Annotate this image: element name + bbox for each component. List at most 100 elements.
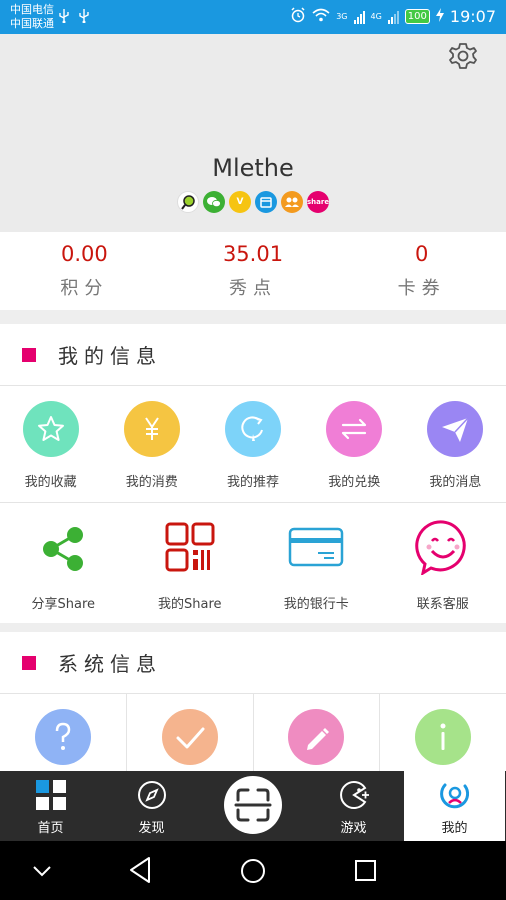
section-marker bbox=[22, 655, 36, 670]
status-bar: 中国电信 中国联通 3G 4G 100 19:07 bbox=[0, 0, 506, 34]
compass-icon bbox=[136, 779, 168, 811]
section-header: 我的信息 bbox=[0, 324, 506, 386]
chevron-down-icon[interactable] bbox=[32, 861, 52, 885]
bank-card-icon bbox=[288, 519, 344, 575]
scan-icon[interactable] bbox=[224, 776, 282, 834]
stat-label: 卡券 bbox=[397, 278, 446, 299]
stat-coupons[interactable]: 0 卡券 bbox=[337, 232, 506, 310]
nav-discover[interactable]: 发现 bbox=[101, 771, 202, 841]
cell-label: 我的消费 bbox=[125, 475, 178, 490]
alarm-icon bbox=[290, 7, 306, 26]
my-info-row-1: 我的收藏 我的消费 我的推荐 我的兑换 我的消息 bbox=[0, 386, 506, 503]
nav-mine[interactable]: 我的 bbox=[404, 771, 505, 841]
cell-label: 我的银行卡 bbox=[283, 597, 349, 612]
my-recommend-button[interactable]: 我的推荐 bbox=[202, 386, 303, 502]
stat-value: 0.00 bbox=[60, 242, 108, 266]
my-info-row-2: 分享Share 我的Share 我的银行卡 联系客服 bbox=[0, 503, 506, 623]
stat-value: 0 bbox=[414, 242, 429, 266]
qr-code-icon bbox=[162, 519, 218, 575]
carriers: 中国电信 中国联通 bbox=[10, 3, 54, 31]
clock: 19:07 bbox=[449, 7, 496, 26]
signal-icon bbox=[353, 10, 365, 24]
send-icon bbox=[427, 401, 484, 457]
back-icon[interactable] bbox=[128, 856, 152, 888]
my-exchange-button[interactable]: 我的兑换 bbox=[304, 386, 405, 502]
v-icon[interactable]: V bbox=[229, 191, 251, 213]
game-icon bbox=[338, 779, 370, 811]
question-icon bbox=[34, 709, 91, 765]
section-title: 系统信息 bbox=[58, 652, 162, 676]
nav-label: 我的 bbox=[441, 821, 468, 836]
stat-label: 积分 bbox=[60, 278, 109, 299]
share-nodes-icon bbox=[35, 519, 91, 575]
nav-games[interactable]: 游戏 bbox=[303, 771, 404, 841]
info-icon bbox=[415, 709, 472, 765]
home-icon[interactable] bbox=[240, 858, 266, 888]
exchange-icon bbox=[326, 401, 383, 457]
stat-xiudian[interactable]: 35.01 秀点 bbox=[169, 232, 338, 310]
yen-icon bbox=[123, 401, 180, 457]
chat-bubble-icon[interactable] bbox=[177, 191, 199, 213]
check-button[interactable] bbox=[127, 694, 254, 774]
star-icon bbox=[22, 401, 79, 457]
check-icon bbox=[161, 709, 218, 765]
nav-home[interactable]: 首页 bbox=[0, 771, 101, 841]
usb-icon bbox=[78, 9, 90, 27]
nav-label: 发现 bbox=[138, 821, 165, 836]
bottom-nav: 首页 发现 游戏 我的 bbox=[0, 771, 506, 841]
profile-header: Mlethe V share bbox=[0, 34, 506, 232]
carrier-1: 中国电信 bbox=[10, 3, 54, 16]
my-bank-card-button[interactable]: 我的银行卡 bbox=[253, 503, 380, 623]
cell-label: 我的Share bbox=[157, 597, 222, 612]
store-icon[interactable] bbox=[255, 191, 277, 213]
signal-icon bbox=[387, 10, 399, 24]
profile-icon bbox=[439, 779, 471, 811]
pencil-icon bbox=[288, 709, 345, 765]
contact-support-button[interactable]: 联系客服 bbox=[380, 503, 506, 623]
recents-icon[interactable] bbox=[354, 859, 378, 887]
my-favorites-button[interactable]: 我的收藏 bbox=[0, 386, 101, 502]
carrier-2: 中国联通 bbox=[10, 17, 54, 30]
section-title: 我的信息 bbox=[58, 344, 162, 368]
account-badges: V share bbox=[0, 191, 506, 213]
system-nav-bar bbox=[0, 841, 506, 900]
system-info-row bbox=[0, 694, 506, 774]
settings-gear-icon[interactable] bbox=[447, 41, 479, 73]
cell-label: 联系客服 bbox=[416, 597, 469, 612]
battery-level: 100 bbox=[404, 9, 430, 24]
my-share-qr-button[interactable]: 我的Share bbox=[127, 503, 254, 623]
net-3g: 3G bbox=[336, 11, 348, 21]
net-4g: 4G bbox=[370, 11, 382, 21]
nav-label: 首页 bbox=[37, 821, 64, 836]
share-button[interactable]: 分享Share bbox=[0, 503, 127, 623]
usb-icon bbox=[58, 9, 70, 27]
cell-label: 我的推荐 bbox=[227, 475, 280, 490]
stat-points[interactable]: 0.00 积分 bbox=[0, 232, 169, 310]
group-icon[interactable] bbox=[281, 191, 303, 213]
charging-icon bbox=[435, 8, 444, 25]
share-icon[interactable]: share bbox=[307, 191, 329, 213]
wechat-icon[interactable] bbox=[203, 191, 225, 213]
section-marker bbox=[22, 347, 36, 362]
username: Mlethe bbox=[212, 154, 294, 182]
recommend-icon bbox=[225, 401, 281, 457]
wifi-icon bbox=[312, 8, 330, 25]
stat-label: 秀点 bbox=[229, 278, 277, 299]
my-messages-button[interactable]: 我的消息 bbox=[405, 386, 506, 502]
help-button[interactable] bbox=[0, 694, 127, 774]
smile-chat-icon bbox=[415, 519, 471, 577]
my-consumption-button[interactable]: 我的消费 bbox=[101, 386, 202, 502]
stats-bar: 0.00 积分 35.01 秀点 0 卡券 bbox=[0, 232, 506, 310]
system-info-section: 系统信息 bbox=[0, 632, 506, 774]
cell-label: 我的消息 bbox=[429, 475, 482, 490]
cell-label: 分享Share bbox=[31, 597, 95, 612]
cell-label: 我的收藏 bbox=[24, 475, 77, 490]
cell-label: 我的兑换 bbox=[328, 475, 381, 490]
stat-value: 35.01 bbox=[222, 242, 284, 266]
my-info-section: 我的信息 我的收藏 我的消费 我的推荐 我的兑换 我的消息 分享Share 我的… bbox=[0, 324, 506, 623]
edit-button[interactable] bbox=[254, 694, 381, 774]
nav-label: 游戏 bbox=[340, 821, 367, 836]
nav-scan[interactable] bbox=[202, 771, 303, 841]
about-button[interactable] bbox=[380, 694, 506, 774]
section-header: 系统信息 bbox=[0, 632, 506, 694]
